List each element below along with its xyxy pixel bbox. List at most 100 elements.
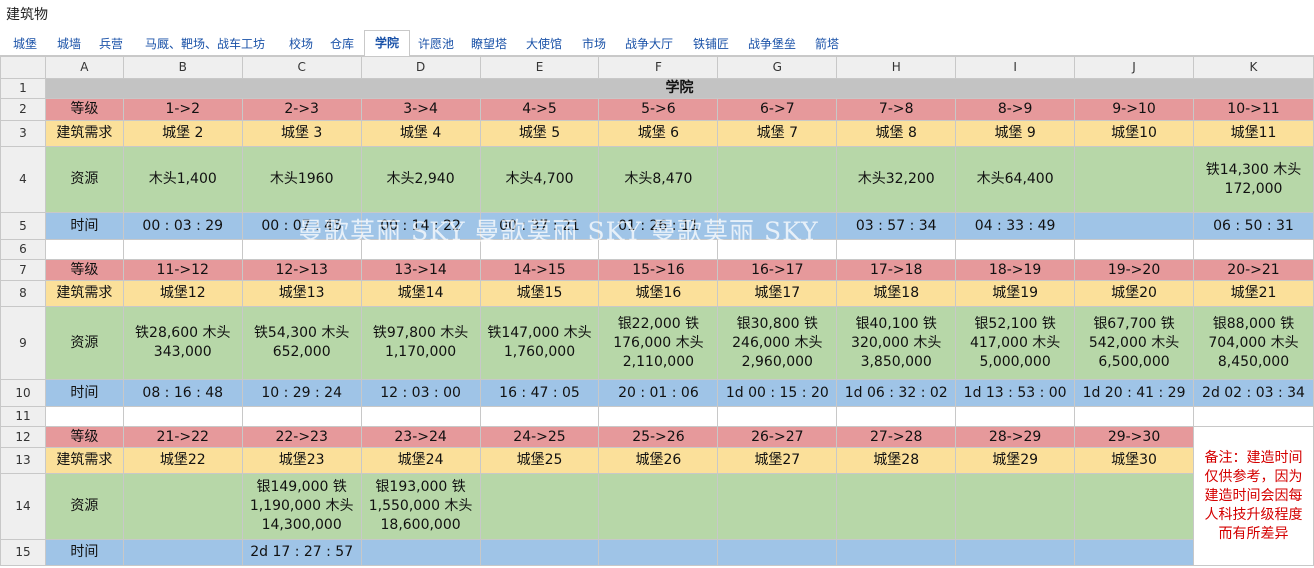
resource-cell[interactable]: 银193,000 铁 1,550,000 木头 18,600,000 [360,473,481,540]
requirement-cell[interactable]: 城堡 3 [241,120,362,147]
resource-cell[interactable] [598,473,719,540]
resource-cell[interactable]: 银67,700 铁 542,000 木头 6,500,000 [1074,306,1194,380]
resource-cell[interactable]: 木头4,700 [479,146,600,213]
time-cell[interactable] [1074,212,1194,240]
resource-cell[interactable] [122,473,243,540]
level-cell[interactable]: 4->5 [479,98,600,121]
requirement-cell[interactable]: 城堡11 [1192,120,1314,147]
time-cell[interactable]: 04 : 33 : 49 [955,212,1076,240]
requirement-cell[interactable]: 城堡25 [479,447,600,474]
column-header[interactable]: J [1074,56,1194,79]
requirement-cell[interactable]: 城堡29 [955,447,1076,474]
empty-cell[interactable] [360,239,481,260]
requirement-cell[interactable]: 城堡 6 [598,120,719,147]
resource-cell[interactable]: 木头1960 [241,146,362,213]
requirement-cell[interactable]: 城堡12 [122,280,243,307]
section-title[interactable]: 学院 [44,78,1314,99]
select-all-corner[interactable] [0,56,46,79]
time-cell[interactable]: 00 : 03 : 29 [122,212,243,240]
requirement-cell[interactable]: 城堡 8 [836,120,957,147]
level-cell[interactable]: 13->14 [360,259,481,281]
time-cell[interactable]: 1d 00 : 15 : 20 [717,379,838,407]
level-cell[interactable]: 11->12 [122,259,243,281]
empty-cell[interactable] [955,239,1076,260]
resource-cell[interactable]: 铁97,800 木头 1,170,000 [360,306,481,380]
requirement-cell[interactable]: 城堡 5 [479,120,600,147]
requirement-cell[interactable]: 城堡17 [717,280,838,307]
column-header[interactable]: H [836,56,957,79]
empty-cell[interactable] [955,406,1076,427]
time-cell[interactable] [717,539,838,566]
requirement-cell[interactable]: 城堡23 [241,447,362,474]
tab-2[interactable]: 城墙 [52,33,86,55]
row-label-requirement[interactable]: 建筑需求 [44,447,124,474]
row-header[interactable]: 14 [0,473,46,540]
empty-cell[interactable] [122,239,243,260]
column-header[interactable]: E [479,56,600,79]
column-header[interactable]: F [598,56,719,79]
level-cell[interactable]: 10->11 [1192,98,1314,121]
empty-cell[interactable] [241,239,362,260]
tab-9[interactable]: 瞭望塔 [466,33,512,55]
empty-cell[interactable] [122,406,243,427]
level-cell[interactable]: 15->16 [598,259,719,281]
requirement-cell[interactable]: 城堡16 [598,280,719,307]
time-cell[interactable]: 20 : 01 : 06 [598,379,719,407]
tab-6[interactable]: 仓库 [325,33,359,55]
resource-cell[interactable]: 铁28,600 木头 343,000 [122,306,243,380]
resource-cell[interactable]: 银88,000 铁 704,000 木头 8,450,000 [1192,306,1314,380]
level-cell[interactable]: 22->23 [241,426,362,448]
tab-3[interactable]: 兵营 [94,33,128,55]
level-cell[interactable]: 25->26 [598,426,719,448]
row-header[interactable]: 13 [0,447,46,474]
requirement-cell[interactable]: 城堡 7 [717,120,838,147]
row-header[interactable]: 6 [0,239,46,260]
resource-cell[interactable]: 铁14,300 木头 172,000 [1192,146,1314,213]
resource-cell[interactable]: 铁54,300 木头 652,000 [241,306,362,380]
time-cell[interactable] [598,539,719,566]
empty-cell[interactable] [44,239,124,260]
requirement-cell[interactable]: 城堡22 [122,447,243,474]
level-cell[interactable]: 16->17 [717,259,838,281]
row-header[interactable]: 8 [0,280,46,307]
requirement-cell[interactable]: 城堡13 [241,280,362,307]
empty-cell[interactable] [479,239,600,260]
requirement-cell[interactable]: 城堡20 [1074,280,1194,307]
row-header[interactable]: 9 [0,306,46,380]
time-cell[interactable]: 00 : 07 : 45 [241,212,362,240]
time-cell[interactable]: 1d 06 : 32 : 02 [836,379,957,407]
level-cell[interactable]: 3->4 [360,98,481,121]
resource-cell[interactable] [836,473,957,540]
row-header[interactable]: 5 [0,212,46,240]
time-cell[interactable] [717,212,838,240]
requirement-cell[interactable]: 城堡 4 [360,120,481,147]
empty-cell[interactable] [1074,239,1194,260]
column-header[interactable]: D [360,56,481,79]
row-label-time[interactable]: 时间 [44,539,124,566]
empty-cell[interactable] [44,406,124,427]
requirement-cell[interactable]: 城堡 9 [955,120,1076,147]
requirement-cell[interactable]: 城堡19 [955,280,1076,307]
tab-12[interactable]: 战争大厅 [618,33,680,55]
resource-cell[interactable]: 银30,800 铁 246,000 木头 2,960,000 [717,306,838,380]
row-label-resource[interactable]: 资源 [44,473,124,540]
level-cell[interactable]: 9->10 [1074,98,1194,121]
tab-11[interactable]: 市场 [576,33,612,55]
time-cell[interactable]: 2d 17 : 27 : 57 [241,539,362,566]
row-label-time[interactable]: 时间 [44,212,124,240]
time-cell[interactable] [836,539,957,566]
row-header[interactable]: 2 [0,98,46,121]
level-cell[interactable]: 12->13 [241,259,362,281]
time-cell[interactable] [122,539,243,566]
requirement-cell[interactable]: 城堡 2 [122,120,243,147]
empty-cell[interactable] [479,406,600,427]
level-cell[interactable]: 24->25 [479,426,600,448]
time-cell[interactable] [479,539,600,566]
level-cell[interactable]: 5->6 [598,98,719,121]
tab-15[interactable]: 箭塔 [809,33,845,55]
requirement-cell[interactable]: 城堡27 [717,447,838,474]
row-label-resource[interactable]: 资源 [44,306,124,380]
resource-cell[interactable]: 木头32,200 [836,146,957,213]
resource-cell[interactable] [717,146,838,213]
level-cell[interactable]: 17->18 [836,259,957,281]
